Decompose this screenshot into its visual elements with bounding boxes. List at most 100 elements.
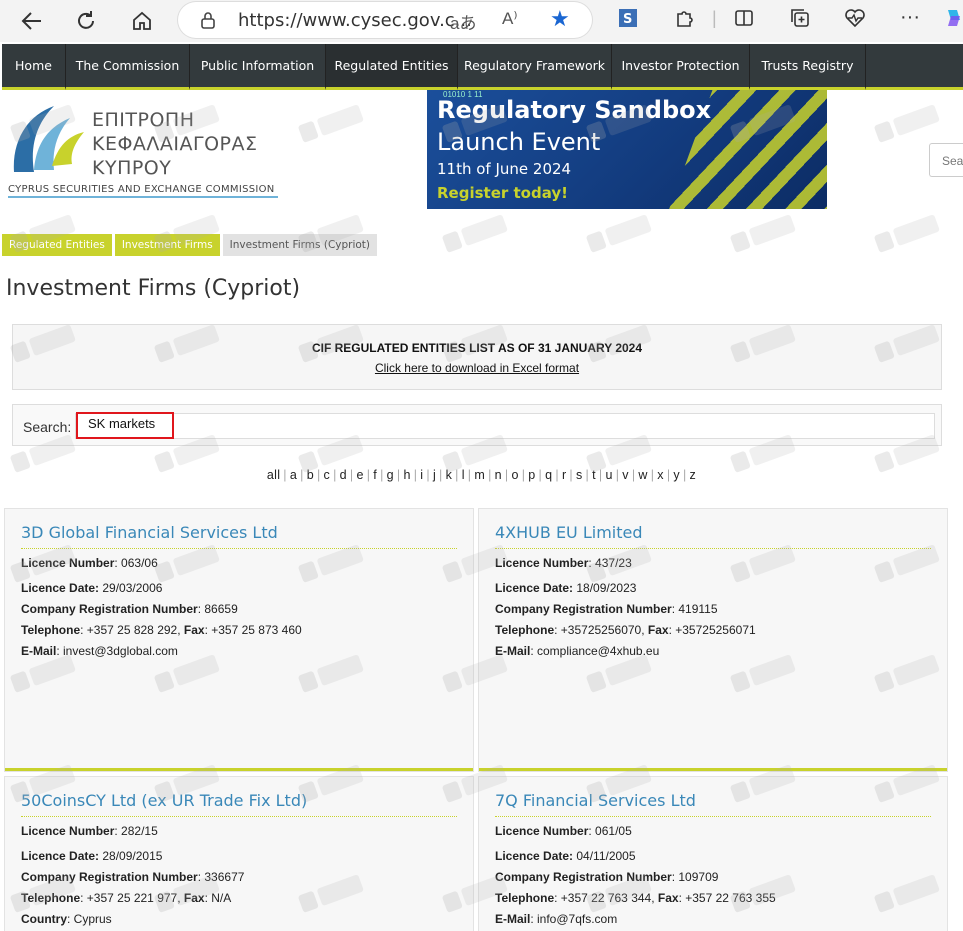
entity-card: 3D Global Financial Services Ltd Licence …	[4, 508, 474, 772]
health-icon[interactable]	[844, 8, 866, 33]
watermark-mark	[726, 209, 803, 264]
breadcrumb-investment-firms[interactable]: Investment Firms	[114, 234, 220, 256]
alphabet-letter-p[interactable]: p	[528, 468, 535, 482]
alphabet-letter-b[interactable]: b	[307, 468, 314, 482]
back-icon[interactable]	[14, 3, 50, 39]
alphabet-separator: |	[585, 468, 590, 482]
company-registration-number: Company Registration Number: 109709	[495, 870, 719, 884]
alphabet-separator: |	[538, 468, 543, 482]
alphabet-letter-m[interactable]: m	[474, 468, 485, 482]
nav-regulated-entities[interactable]: Regulated Entities	[326, 44, 458, 90]
nav-investor-protection[interactable]: Investor Protection	[612, 44, 750, 90]
address-bar[interactable]: https://www.cysec.gov.c... aあ A⁾ ★	[178, 2, 592, 38]
alphabet-letter-u[interactable]: u	[605, 468, 612, 482]
entity-name-link[interactable]: 50CoinsCY Ltd (ex UR Trade Fix Ltd)	[21, 791, 307, 810]
entity-name-link[interactable]: 4XHUB EU Limited	[495, 523, 643, 542]
alphabet-letter-v[interactable]: v	[622, 468, 629, 482]
copilot-icon[interactable]	[944, 8, 963, 33]
alphabet-letter-y[interactable]: y	[673, 468, 680, 482]
alphabet-separator: |	[455, 468, 459, 482]
lock-icon[interactable]	[200, 11, 216, 29]
alphabet-letter-w[interactable]: w	[638, 468, 647, 482]
toolbar-divider: |	[712, 8, 717, 28]
entity-name-link[interactable]: 3D Global Financial Services Ltd	[21, 523, 278, 542]
main-navigation: Home The Commission Public Information R…	[2, 44, 963, 90]
split-screen-icon[interactable]	[734, 8, 754, 33]
alphabet-letter-h[interactable]: h	[403, 468, 410, 482]
breadcrumb-current: Investment Firms (Cypriot)	[222, 234, 378, 256]
breadcrumb-regulated-entities[interactable]: Regulated Entities	[2, 234, 112, 256]
watermark-mark	[438, 209, 515, 264]
alphabet-letter-n[interactable]: n	[495, 468, 502, 482]
site-search-input[interactable]: Sea	[929, 143, 963, 177]
entity-card: 7Q Financial Services Ltd Licence Number:…	[478, 776, 948, 931]
more-icon[interactable]: ···	[900, 6, 920, 29]
entity-divider	[495, 816, 931, 817]
browser-toolbar: https://www.cysec.gov.c... aあ A⁾ ★ S | ·…	[0, 0, 963, 42]
watermark-mark	[582, 209, 659, 264]
nav-the-commission[interactable]: The Commission	[66, 44, 190, 90]
translate-icon[interactable]: aあ	[450, 9, 476, 34]
company-registration-number: Company Registration Number: 86659	[21, 602, 238, 616]
sandbox-banner[interactable]: 01010 1 11 Regulatory Sandbox Launch Eve…	[427, 90, 827, 209]
alphabet-letter-g[interactable]: g	[387, 468, 394, 482]
alphabet-separator: |	[413, 468, 418, 482]
list-info-box: CIF REGULATED ENTITIES LIST AS OF 31 JAN…	[12, 324, 942, 390]
alphabet-letter-z[interactable]: z	[690, 468, 697, 482]
entity-email: E-Mail: info@7qfs.com	[495, 912, 618, 926]
logo-line-1: ΕΠΙΤΡΟΠΗ	[92, 109, 195, 131]
banner-subtitle: Launch Event	[437, 128, 601, 156]
nav-trusts-registry[interactable]: Trusts Registry	[750, 44, 866, 90]
alphabet-separator: |	[615, 468, 620, 482]
entity-country: Country: Cyprus	[21, 912, 112, 926]
telephone-fax: Telephone: +357 22 763 344, Fax: +357 22…	[495, 891, 776, 905]
alphabet-separator: |	[366, 468, 371, 482]
logo-line-3: ΚΥΠΡΟΥ	[92, 157, 172, 179]
alphabet-separator: |	[316, 468, 321, 482]
banner-date: 11th of June 2024	[437, 160, 572, 178]
svg-text:S: S	[623, 12, 632, 27]
telephone-fax: Telephone: +357 25 828 292, Fax: +357 25…	[21, 623, 302, 637]
page-title: Investment Firms (Cypriot)	[6, 276, 301, 301]
extension-s-icon[interactable]: S	[618, 8, 638, 33]
alphabet-separator: |	[426, 468, 430, 482]
telephone-fax: Telephone: +35725256070, Fax: +357252560…	[495, 623, 756, 637]
home-icon[interactable]	[124, 3, 160, 39]
alphabet-letter-d[interactable]: d	[340, 468, 347, 482]
nav-home[interactable]: Home	[2, 44, 66, 90]
licence-number: Licence Number: 437/23	[495, 556, 632, 570]
nav-spacer	[866, 44, 963, 90]
alphabet-letter-s[interactable]: s	[576, 468, 583, 482]
favorite-star-icon[interactable]: ★	[550, 6, 570, 32]
entity-name-link[interactable]: 7Q Financial Services Ltd	[495, 791, 696, 810]
licence-number: Licence Number: 063/06	[21, 556, 158, 570]
collections-icon[interactable]	[790, 8, 810, 33]
nav-regulatory-framework[interactable]: Regulatory Framework	[458, 44, 612, 90]
search-label: Search:	[23, 419, 72, 435]
puzzle-icon[interactable]	[674, 8, 694, 33]
alphabet-letter-e[interactable]: e	[356, 468, 363, 482]
excel-download-link[interactable]: Click here to download in Excel format	[13, 361, 941, 375]
list-date-title: CIF REGULATED ENTITIES LIST AS OF 31 JAN…	[311, 341, 643, 355]
licence-number: Licence Number: 282/15	[21, 824, 158, 838]
alphabet-filter: all | a | b | c | d | e | f | g | h | i | j | k | l | m | n | o | p | q | r |…	[0, 468, 963, 482]
card-accent-bar	[5, 768, 473, 771]
url-text[interactable]: https://www.cysec.gov.c...	[238, 10, 472, 31]
search-input[interactable]: SK markets	[75, 413, 935, 439]
card-accent-bar	[479, 768, 947, 771]
alphabet-separator: |	[488, 468, 492, 482]
entity-divider	[495, 548, 931, 549]
refresh-icon[interactable]	[68, 3, 104, 39]
entity-divider	[21, 548, 457, 549]
alphabet-letter-o[interactable]: o	[511, 468, 518, 482]
nav-public-information[interactable]: Public Information	[190, 44, 326, 90]
alphabet-letter-x[interactable]: x	[657, 468, 664, 482]
banner-cta[interactable]: Register today!	[437, 184, 568, 202]
read-aloud-icon[interactable]: A⁾	[502, 9, 518, 29]
logo-wordmark: ΕΠΙΤΡΟΠΗ ΚΕΦΑΛΑΙΑΓΟΡΑΣ ΚΥΠΡΟΥ	[92, 108, 258, 180]
breadcrumb: Regulated Entities Investment Firms Inve…	[2, 234, 378, 256]
logo-subtitle: CYPRUS SECURITIES AND EXCHANGE COMMISSIO…	[8, 184, 275, 195]
alphabet-separator: |	[598, 468, 603, 482]
alphabet-letter-all[interactable]: all	[267, 468, 280, 482]
alphabet-separator: |	[380, 468, 384, 482]
